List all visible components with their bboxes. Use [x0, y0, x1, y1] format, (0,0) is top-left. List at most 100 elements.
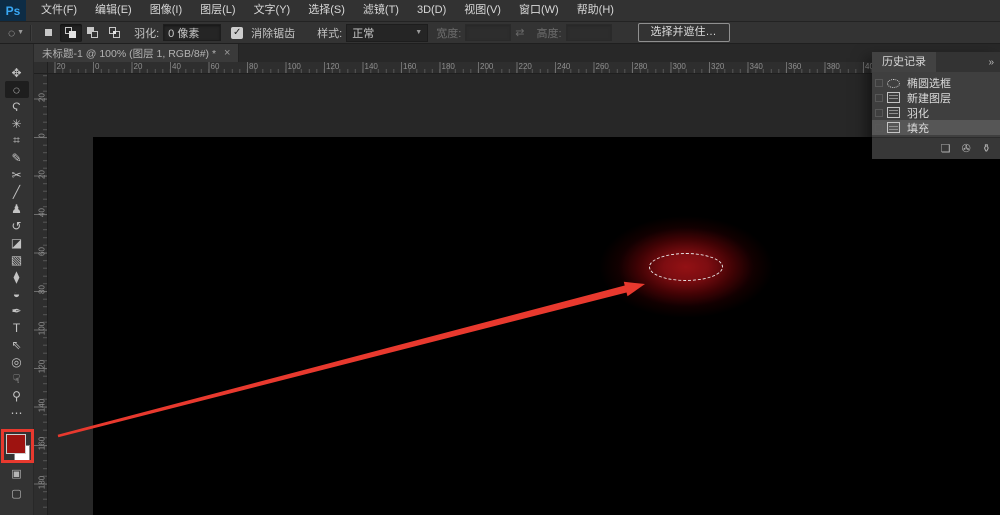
chevron-down-icon: ▼ [415, 29, 422, 36]
quick-mask-button[interactable]: ▣ [5, 465, 29, 482]
brush-tool[interactable]: ╱ [5, 183, 29, 200]
tool-preset-picker[interactable]: ◌ ▼ [8, 26, 24, 40]
doc-state-icon [887, 92, 900, 103]
antialias-checkbox[interactable]: ✓ [231, 27, 243, 39]
select-and-mask-button[interactable]: 选择并遮住… [638, 23, 730, 42]
menu-item-layer[interactable]: 图层(L) [191, 0, 244, 21]
ruler-label: 240 [557, 62, 570, 71]
ruler-label: 20 [38, 167, 47, 181]
history-panel-tab[interactable]: 历史记录 [872, 52, 936, 72]
path-selection-tool[interactable]: ⇖ [5, 336, 29, 353]
style-label: 样式: [317, 25, 342, 41]
spot-healing-tool[interactable]: ✂ [5, 166, 29, 183]
clone-stamp-tool[interactable]: ♟ [5, 200, 29, 217]
hand-tool[interactable]: ☟ [5, 370, 29, 387]
add-to-selection-button[interactable] [60, 24, 82, 42]
gradient-tool[interactable]: ▧ [5, 251, 29, 268]
ruler-label: 100 [38, 321, 47, 335]
ruler-corner [34, 62, 48, 74]
history-item-ellipse-marquee[interactable]: 椭圆选框 [872, 75, 1000, 90]
elliptical-selection-marquee [649, 253, 723, 281]
shape-tool[interactable]: ◎ [5, 353, 29, 370]
history-item-feather[interactable]: 羽化 [872, 105, 1000, 120]
photoshop-logo-icon: Ps [0, 0, 26, 21]
ruler-label: 180 [442, 62, 455, 71]
ellipse-marquee-tool[interactable]: ◌ [5, 81, 29, 98]
close-icon[interactable]: × [224, 47, 230, 59]
history-item-label: 羽化 [907, 105, 929, 121]
tool-options-bar: ◌ ▼ 羽化: ✓ 消除锯齿 样式: 正常 ▼ 宽度: ⇄ 高度: 选择并遮住… [0, 22, 1000, 44]
document-tab-bar: 未标题-1 @ 100% (图层 1, RGB/8#) * × [34, 44, 1000, 62]
swap-dimensions-icon[interactable]: ⇄ [515, 26, 524, 39]
history-source-toggle[interactable] [875, 124, 883, 132]
ruler-label: 100 [288, 62, 301, 71]
blur-tool[interactable]: ⧫ [5, 268, 29, 285]
menu-item-select[interactable]: 选择(S) [299, 0, 354, 21]
menu-item-image[interactable]: 图像(I) [141, 0, 191, 21]
photoshop-window: Ps 文件(F)编辑(E)图像(I)图层(L)文字(Y)选择(S)滤镜(T)3D… [0, 0, 1000, 515]
document-canvas[interactable] [93, 137, 1000, 515]
ruler-label: 40 [172, 62, 181, 71]
lasso-tool[interactable]: Ϛ [5, 98, 29, 115]
screen-mode-icon: ▢ [11, 487, 21, 500]
collapse-panel-icon[interactable]: » [988, 57, 993, 68]
eyedropper-tool[interactable]: ✎ [5, 149, 29, 166]
ruler-label: 20 [38, 90, 47, 104]
new-doc-from-state-icon[interactable]: ❏ [941, 142, 951, 155]
history-brush-tool[interactable]: ↺ [5, 217, 29, 234]
red-highlight-annotation [1, 429, 34, 463]
ruler-label: 200 [480, 62, 493, 71]
eraser-tool[interactable]: ◪ [5, 234, 29, 251]
menu-item-filter[interactable]: 滤镜(T) [354, 0, 408, 21]
menu-item-help[interactable]: 帮助(H) [568, 0, 623, 21]
ruler-label: 300 [673, 62, 686, 71]
document-tab[interactable]: 未标题-1 @ 100% (图层 1, RGB/8#) * × [34, 44, 239, 62]
menu-bar: Ps 文件(F)编辑(E)图像(I)图层(L)文字(Y)选择(S)滤镜(T)3D… [0, 0, 1000, 22]
doc-state-icon [887, 107, 900, 118]
delete-state-icon[interactable]: ⚱ [982, 142, 991, 155]
menu-item-window[interactable]: 窗口(W) [510, 0, 568, 21]
new-snapshot-icon[interactable]: ✇ [962, 142, 971, 155]
ruler-label: 120 [38, 360, 47, 374]
intersect-selection-button[interactable] [104, 24, 126, 42]
ruler-label: 160 [403, 62, 416, 71]
pen-tool[interactable]: ✒ [5, 302, 29, 319]
menu-item-view[interactable]: 视图(V) [455, 0, 510, 21]
edit-toolbar-button[interactable]: ⋯ [5, 404, 29, 421]
width-label: 宽度: [436, 25, 461, 41]
style-select-value: 正常 [352, 25, 374, 41]
zoom-tool[interactable]: ⚲ [5, 387, 29, 404]
new-selection-button[interactable] [38, 24, 60, 42]
screen-mode-button[interactable]: ▢ [5, 485, 29, 502]
style-select[interactable]: 正常 ▼ [346, 24, 428, 42]
crop-tool[interactable]: ⌗ [5, 132, 29, 149]
ruler-label: 320 [711, 62, 724, 71]
history-item-fill[interactable]: 填充 [872, 120, 1000, 135]
menu-item-type[interactable]: 文字(Y) [245, 0, 300, 21]
history-panel: 历史记录 » 椭圆选框新建图层羽化填充 ❏ ✇ ⚱ [872, 52, 1000, 159]
subtract-from-selection-button[interactable] [82, 24, 104, 42]
ruler-label: 80 [249, 62, 258, 71]
menu-item-file[interactable]: 文件(F) [32, 0, 86, 21]
feather-label: 羽化: [134, 25, 159, 41]
history-item-new-layer[interactable]: 新建图层 [872, 90, 1000, 105]
ruler-label: 140 [38, 398, 47, 412]
history-source-toggle[interactable] [875, 94, 883, 102]
ruler-label: 340 [750, 62, 763, 71]
type-tool[interactable]: T [5, 319, 29, 336]
width-input[interactable] [465, 24, 511, 41]
ellipse-state-icon [887, 79, 900, 88]
history-source-toggle[interactable] [875, 109, 883, 117]
move-tool[interactable]: ✥ [5, 64, 29, 81]
menu-item-3d[interactable]: 3D(D) [408, 0, 455, 21]
height-input[interactable] [566, 24, 612, 41]
ruler-label: 80 [38, 283, 47, 297]
quick-selection-tool[interactable]: ✳ [5, 115, 29, 132]
height-label: 高度: [536, 25, 561, 41]
canvas-viewport[interactable] [48, 74, 1000, 515]
feather-input[interactable] [163, 24, 221, 41]
dodge-tool[interactable]: ◒ [5, 285, 29, 302]
history-source-toggle[interactable] [875, 79, 883, 87]
ruler-label: 260 [596, 62, 609, 71]
menu-item-edit[interactable]: 编辑(E) [86, 0, 141, 21]
